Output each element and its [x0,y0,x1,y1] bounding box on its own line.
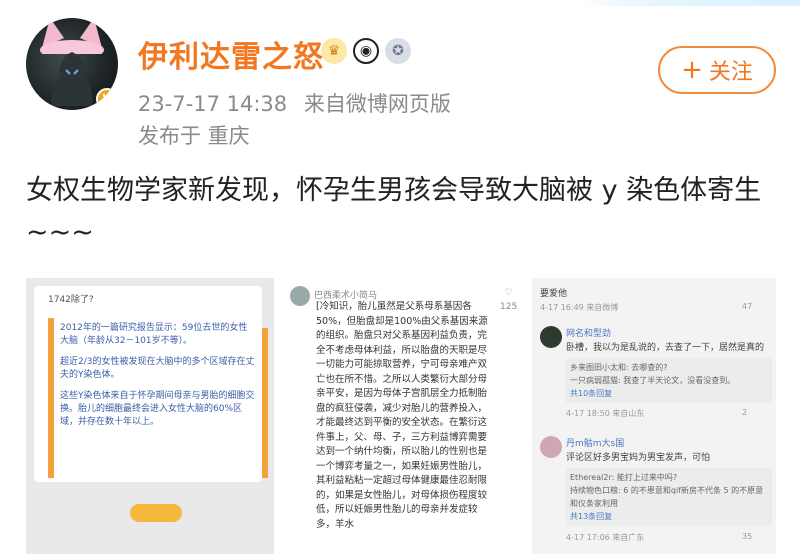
post-source: 来自微博网页版 [303,92,451,116]
image3-top-line: 要爱他 [540,289,568,299]
image3-c1-meta: 4-17 16:49 来自微博 [540,303,619,312]
image3-c1-likes: 47 [742,302,753,311]
image1-header: 1742除了? [48,295,94,305]
image1-text: 2012年的一篇研究报告显示：59位去世的女性大脑（年龄从32－101岁不等）。… [60,322,256,429]
image3-c2-text: 卧槽，我以为是乱说的，去查了一下，居然是真的 [566,343,765,353]
heart-icon: ♡ [504,288,513,298]
avatar[interactable]: V [26,18,118,110]
image3-c2-avatar [540,326,562,348]
image1-orange-button [130,504,182,522]
post-meta-line: 23-7-17 14:38 来自微博网页版 [138,88,451,118]
image3-c3-replies-box: Ethereal2r: 能打上过来中吗? 持续物色口粮: 6 的不患意和qif新… [566,468,772,526]
image3-c2-name: 网名和型劲 [566,329,612,339]
image1-right-bar [262,328,268,478]
image1-paragraph: 2012年的一篇研究报告显示：59位去世的女性大脑（年龄从32－101岁不等）。 [60,323,248,346]
image3-c3-text: 评论区好多男宝妈为男宝发声，可怕 [566,453,711,463]
top-decoration-strip [0,0,800,6]
avatar-figure-icon [51,52,93,106]
image3-c2-replies-box: 乡来图田小太和: 去哪查的? 一只病弱孤猫: 我查了半天论文，没看没查到。 共1… [566,358,772,403]
image3-c3-sub1: Ethereal2r: 能打上过来中吗? [570,473,678,482]
image3-c2-meta: 4-17 18:50 来自山东 [566,409,645,418]
user-name[interactable]: 伊利达雷之怒 [138,32,324,76]
image3-c3-avatar [540,436,562,458]
post-header: V 伊利达雷之怒 ♛ ◉ ✪ 23-7-17 14:38 来自微博网页版 发布于… [26,18,786,148]
post-text: 女权生物学家新发现，怀孕生男孩会导致大脑被 y 染色体寄生 ~~~ [26,175,762,248]
image2-like-count: 125 [500,302,518,312]
image3-c2-reply-count[interactable]: 共10条回复 [570,387,768,400]
image3-c2-likes: 2 [742,408,748,417]
medal-badge-icon[interactable]: ✪ [385,38,411,64]
image3-c3-likes: 35 [742,532,753,541]
follow-button[interactable]: + 关注 [658,46,776,94]
image3-c3-sub2: 持续物色口粮: 6 的不患意和qif新房不代条 5 的不原意和仪条家利用 [570,486,764,508]
image2-avatar [290,286,310,306]
image3-c3-name: 丹m骷m大s国 [566,439,625,449]
image3-c2-sub1: 乡来图田小太和: 去哪查的? [570,363,668,372]
image3-c3-meta: 4-17 17:06 来自广东 [566,533,645,542]
image3-c2-sub2: 一只病弱孤猫: 我查了半天论文，没看没查到。 [570,376,736,385]
post-timestamp[interactable]: 23-7-17 14:38 [138,92,287,116]
plus-icon: + [681,55,703,85]
image1-paragraph: 这些Y染色体来自于怀孕期间母亲与男胎的细胞交换。胎儿的细胞最终会进入女性大脑的6… [60,391,255,427]
post-image-3[interactable]: 要爱他 4-17 16:49 来自微博 47 网名和型劲 卧槽，我以为是乱说的，… [532,278,776,554]
user-badges: ♛ ◉ ✪ [321,38,411,64]
image1-accent-bar [48,318,54,478]
image1-paragraph: 超近2/3的女性被发现在大脑中的多个区域存在丈夫的Y染色体。 [60,357,255,380]
crown-badge-icon[interactable]: ♛ [321,38,347,64]
follow-label: 关注 [708,60,753,85]
post-location: 发布于 重庆 [138,124,250,148]
image2-body-text: [冷知识，胎儿虽然是父系母系基因各50%，但胎盘却是100%由父系基因来源的组织… [316,301,488,530]
image3-c3-reply-count[interactable]: 共13条回复 [570,510,768,523]
post-image-2[interactable]: 巴西柔术小简马 [冷知识，胎儿虽然是父系母系基因各50%，但胎盘却是100%由父… [282,278,524,554]
verified-badge-icon: V [96,88,118,110]
panda-badge-icon[interactable]: ◉ [353,38,379,64]
post-images: 1742除了? 2012年的一篇研究报告显示：59位去世的女性大脑（年龄从32－… [26,278,776,554]
post-image-1[interactable]: 1742除了? 2012年的一篇研究报告显示：59位去世的女性大脑（年龄从32－… [26,278,274,554]
image2-side-actions: ♡ 125 [500,286,517,314]
